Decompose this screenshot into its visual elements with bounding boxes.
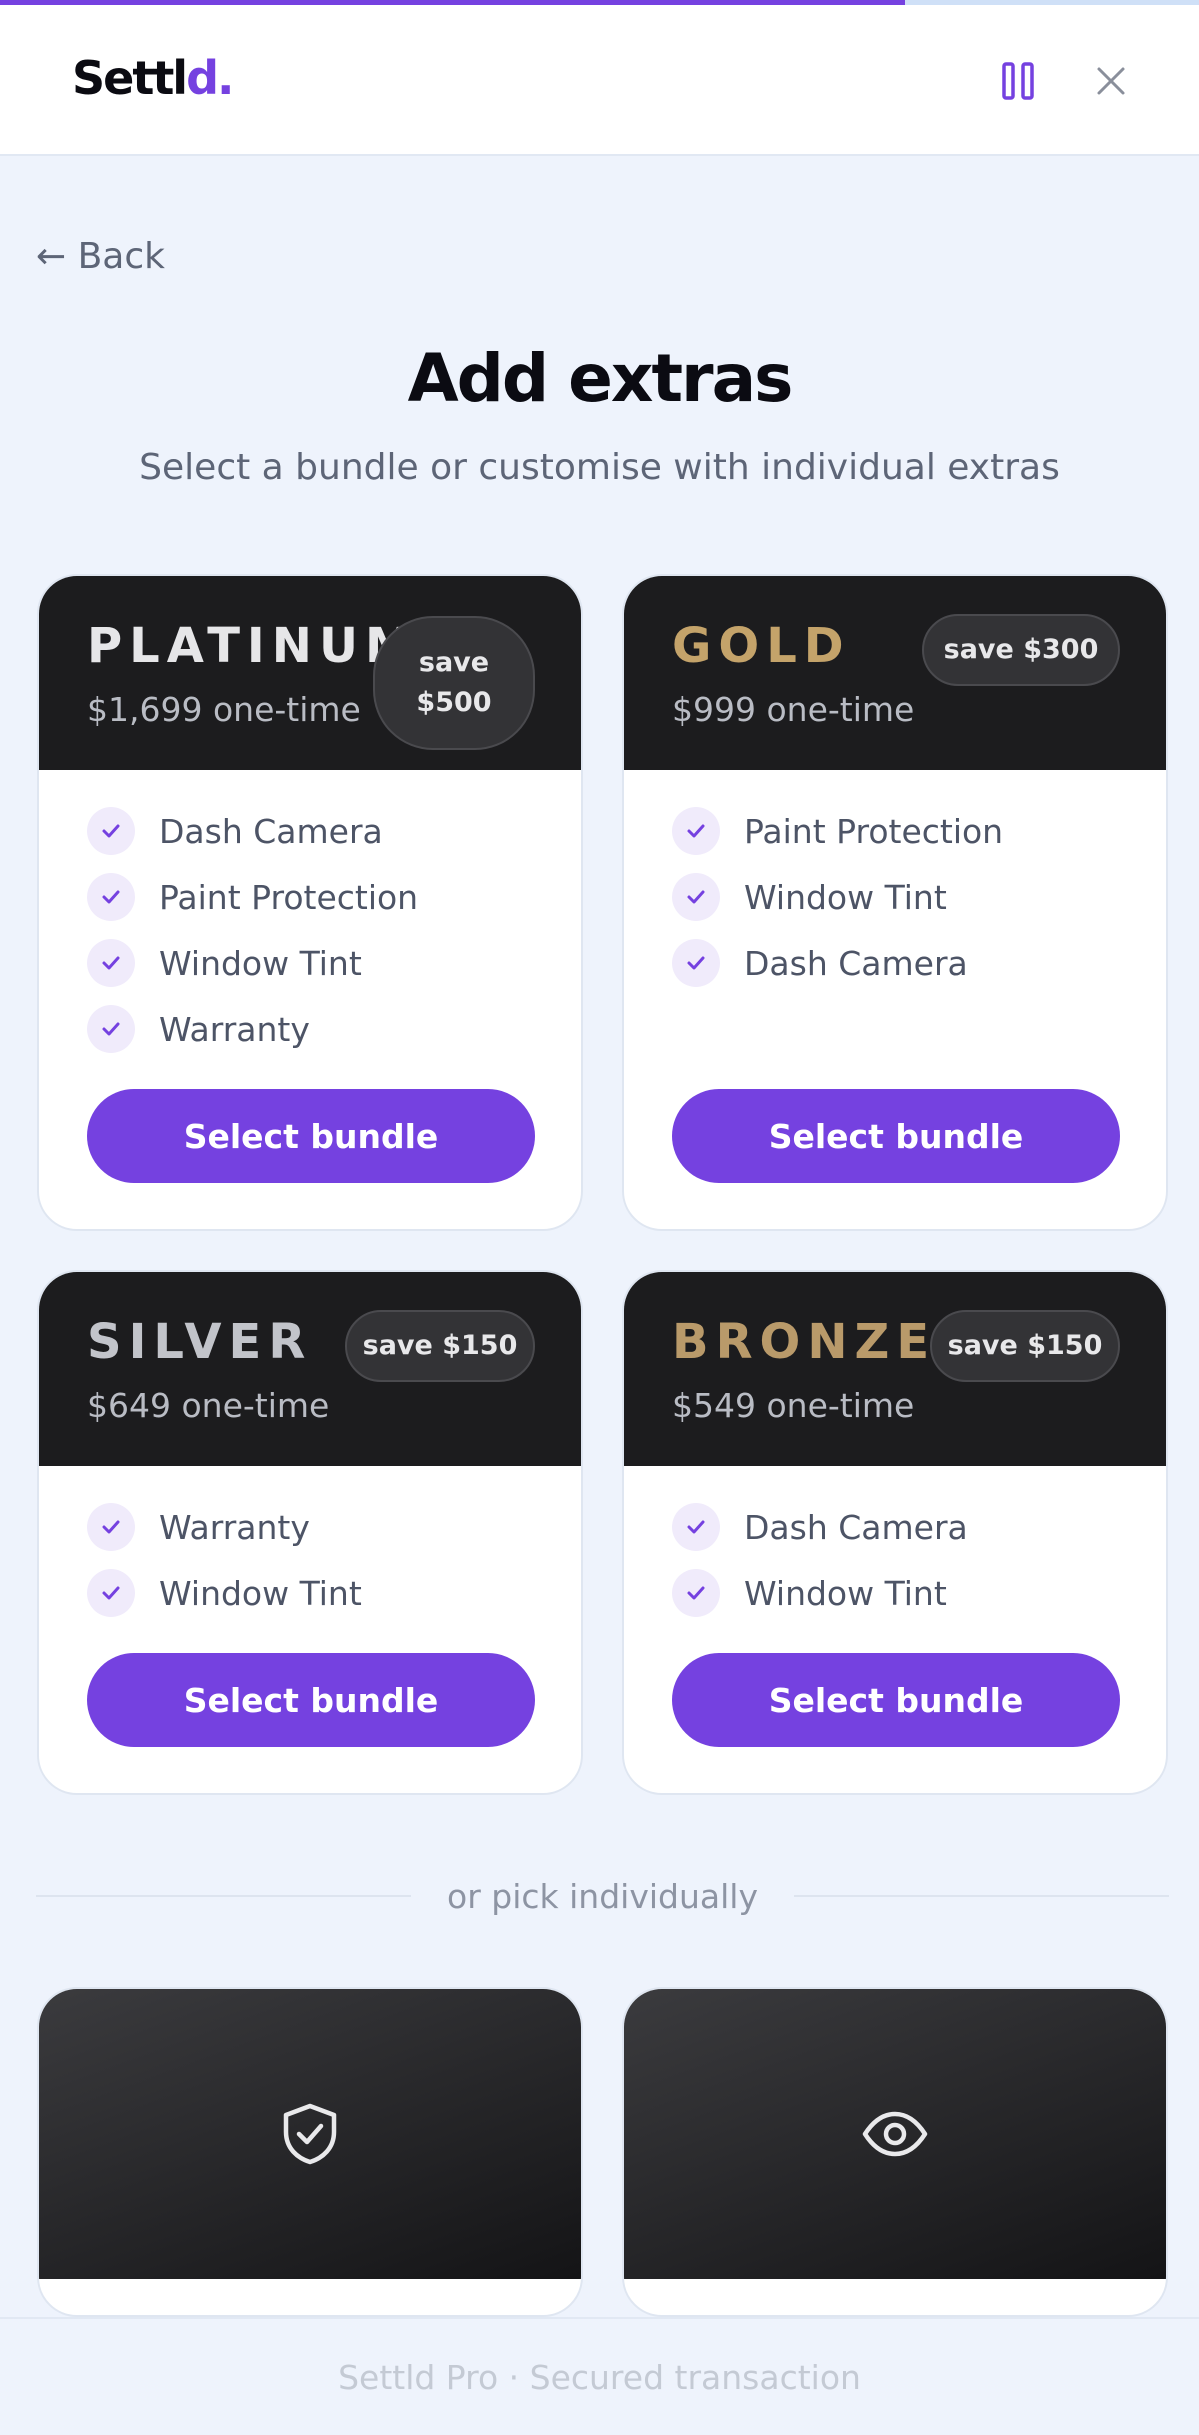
page-title: Add extras: [407, 340, 794, 417]
check-icon: [672, 939, 720, 987]
bundle-price: $999 one-time: [672, 690, 915, 729]
extra-media: [39, 1989, 581, 2279]
feature-label: Dash Camera: [744, 1507, 968, 1547]
check-icon: [87, 1569, 135, 1617]
footer: Settld Pro · Secured transaction: [0, 2317, 1199, 2435]
feature-label: Window Tint: [744, 877, 947, 917]
feature-label: Warranty: [159, 1009, 310, 1049]
logo-accent: d.: [186, 51, 234, 105]
bundle-card-gold: GOLD $999 one-time save $300 Paint Prote…: [622, 574, 1168, 1231]
check-icon: [672, 807, 720, 855]
feature-label: Warranty: [159, 1507, 310, 1547]
back-label: ← Back: [36, 236, 166, 277]
feature-item: Window Tint: [672, 864, 1118, 930]
feature-label: Paint Protection: [159, 877, 419, 917]
divider-line: [793, 1895, 1169, 1897]
bundle-tier: SILVER: [87, 1314, 313, 1370]
bundle-card-bronze: BRONZE $549 one-time save $150 Dash Came…: [622, 1270, 1168, 1795]
bundle-card-silver: SILVER $649 one-time save $150 Warranty …: [37, 1270, 583, 1795]
select-bundle-button-bronze[interactable]: Select bundle: [672, 1653, 1120, 1747]
section-divider: or pick individually: [36, 1866, 1169, 1926]
page-subtitle: Select a bundle or customise with indivi…: [139, 447, 1060, 488]
check-icon: [87, 939, 135, 987]
feature-item: Dash Camera: [672, 930, 1118, 996]
bundle-header: GOLD $999 one-time save $300: [624, 576, 1166, 770]
extra-card-protection[interactable]: [37, 1987, 583, 2317]
save-badge: save $300: [922, 614, 1120, 686]
check-icon: [672, 1569, 720, 1617]
feature-item: Window Tint: [672, 1560, 1118, 1626]
shield-check-icon: [283, 2103, 337, 2165]
close-icon: [1097, 67, 1125, 95]
extra-media: [624, 1989, 1166, 2279]
bundle-header: BRONZE $549 one-time save $150: [624, 1272, 1166, 1466]
footer-text: Settld Pro · Secured transaction: [338, 2357, 861, 2397]
feature-item: Window Tint: [87, 1560, 533, 1626]
feature-list: Warranty Window Tint: [39, 1466, 581, 1626]
feature-item: Dash Camera: [672, 1494, 1118, 1560]
close-button[interactable]: [1091, 61, 1131, 101]
feature-item: Dash Camera: [87, 798, 533, 864]
bundle-price: $649 one-time: [87, 1386, 330, 1425]
pause-button[interactable]: [998, 61, 1038, 101]
bundle-tier: BRONZE: [672, 1314, 937, 1370]
select-bundle-button-platinum[interactable]: Select bundle: [87, 1089, 535, 1183]
bundle-price: $1,699 one-time: [87, 690, 361, 729]
check-icon: [87, 807, 135, 855]
feature-label: Window Tint: [159, 943, 362, 983]
divider-line: [36, 1895, 412, 1897]
feature-list: Dash Camera Window Tint: [624, 1466, 1166, 1626]
feature-label: Window Tint: [744, 1573, 947, 1613]
bundle-tier: GOLD: [672, 618, 851, 674]
select-bundle-button-silver[interactable]: Select bundle: [87, 1653, 535, 1747]
save-badge: save $150: [930, 1310, 1120, 1382]
save-badge-line2: $500: [416, 687, 492, 718]
feature-list: Paint Protection Window Tint Dash Camera: [624, 770, 1166, 996]
feature-item: Paint Protection: [672, 798, 1118, 864]
eye-icon: [862, 2111, 928, 2157]
save-badge: save $150: [345, 1310, 535, 1382]
bundle-header: SILVER $649 one-time save $150: [39, 1272, 581, 1466]
feature-label: Dash Camera: [159, 811, 383, 851]
save-badge-line1: save: [418, 646, 490, 678]
check-icon: [87, 1503, 135, 1551]
bundle-card-platinum: PLATINUM $1,699 one-time save $500 Dash …: [37, 574, 583, 1231]
feature-label: Paint Protection: [744, 811, 1004, 851]
feature-label: Window Tint: [159, 1573, 362, 1613]
bundle-price: $549 one-time: [672, 1386, 915, 1425]
check-icon: [87, 1005, 135, 1053]
feature-item: Paint Protection: [87, 864, 533, 930]
select-bundle-button-gold[interactable]: Select bundle: [672, 1089, 1120, 1183]
back-link[interactable]: ← Back: [36, 236, 165, 277]
check-icon: [672, 873, 720, 921]
bundle-tier: PLATINUM: [87, 618, 420, 674]
header: Settld.: [0, 5, 1199, 156]
check-icon: [672, 1503, 720, 1551]
feature-item: Warranty: [87, 1494, 533, 1560]
pause-icon: [1002, 62, 1034, 100]
feature-item: Warranty: [87, 996, 533, 1062]
check-icon: [87, 873, 135, 921]
divider-label: or pick individually: [447, 1876, 758, 1916]
extra-card-tint[interactable]: [622, 1987, 1168, 2317]
bundle-header: PLATINUM $1,699 one-time save $500: [39, 576, 581, 770]
feature-list: Dash Camera Paint Protection Window Tint…: [39, 770, 581, 1062]
feature-label: Dash Camera: [744, 943, 968, 983]
save-badge: save $500: [373, 616, 535, 750]
logo: Settld.: [72, 51, 235, 105]
logo-main: Settl: [72, 51, 188, 105]
feature-item: Window Tint: [87, 930, 533, 996]
